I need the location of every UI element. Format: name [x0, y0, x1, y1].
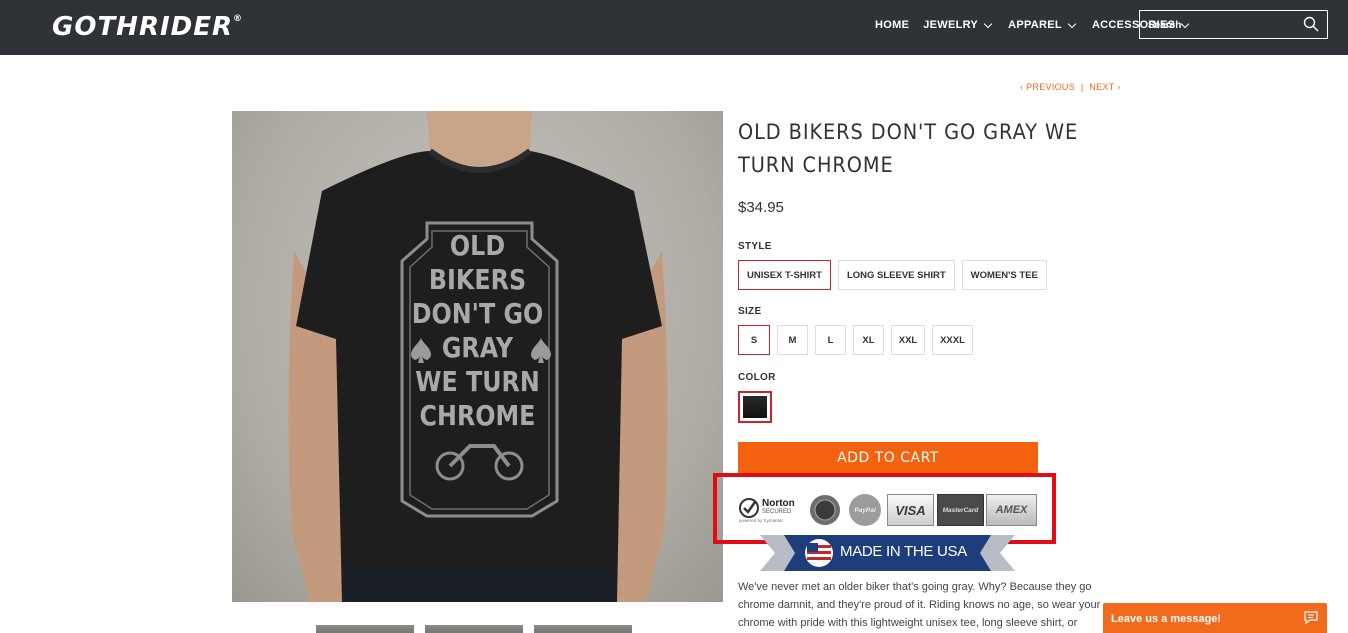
add-to-cart-button[interactable]: ADD TO CART	[738, 442, 1038, 473]
search-input[interactable]	[1146, 16, 1300, 34]
previous-label: PREVIOUS	[1026, 82, 1076, 92]
style-option-long-sleeve[interactable]: LONG SLEEVE SHIRT	[837, 260, 955, 290]
amex-label: AMEX	[995, 504, 1028, 516]
previous-link[interactable]: ‹ PREVIOUS	[1020, 82, 1075, 92]
site-logo[interactable]: GOTHRIDER®	[52, 12, 243, 42]
size-options: S M L XL XXL XXXL	[738, 325, 973, 355]
chat-label: Leave us a message!	[1111, 613, 1222, 625]
product-image[interactable]: OLD BIKERS DON'T GO GRAY WE TURN CHROME	[232, 111, 723, 602]
checkmark-icon	[739, 497, 759, 518]
shirt-print-text: OLD BIKERS DON'T GO GRAY WE TURN CHROME	[396, 229, 558, 433]
nav-home-label: HOME	[875, 19, 910, 31]
size-option-s[interactable]: S	[738, 325, 770, 355]
mastercard-label: MasterCard	[942, 506, 979, 514]
style-option-womens[interactable]: WOMEN'S TEE	[961, 260, 1047, 290]
next-link[interactable]: NEXT ›	[1089, 82, 1120, 92]
norton-powered: powered by Symantec	[739, 517, 784, 523]
style-label: STYLE	[738, 241, 772, 252]
size-option-xxxl[interactable]: XXXL	[932, 325, 973, 355]
size-option-m[interactable]: M	[777, 325, 808, 355]
shirt-line: DON'T GO	[411, 297, 544, 330]
chat-widget[interactable]: Leave us a message!	[1103, 603, 1327, 633]
shirt-line: OLD	[449, 229, 506, 262]
size-option-xxl[interactable]: XXL	[891, 325, 925, 355]
chat-bubble-icon	[1304, 611, 1318, 625]
shirt-line: BIKERS	[428, 263, 527, 296]
guarantee-seal-icon	[808, 494, 842, 526]
shirt-line: WE TURN	[415, 365, 540, 398]
visa-label: VISA	[895, 502, 926, 518]
paypal-badge: PayPal	[848, 494, 882, 526]
chevron-down-icon	[1067, 19, 1077, 28]
amex-badge: AMEX	[986, 494, 1037, 526]
color-swatch-black[interactable]	[738, 391, 772, 423]
color-label: COLOR	[738, 372, 776, 383]
swatch-image	[743, 396, 767, 418]
pager-separator: |	[1080, 82, 1084, 92]
logo-text: GOTHRIDER	[52, 12, 233, 42]
product-price: $34.95	[738, 199, 784, 216]
nav-apparel[interactable]: APPAREL	[1008, 19, 1078, 31]
mastercard-badge: MasterCard	[937, 494, 984, 526]
product-title: OLD BIKERS DON'T GO GRAY WE TURN CHROME	[738, 120, 1079, 177]
product-description: We've never met an older biker that's go…	[738, 581, 1101, 629]
thumbnail[interactable]	[534, 625, 632, 633]
paypal-label: PayPal	[854, 506, 876, 514]
style-option-unisex[interactable]: UNISEX T-SHIRT	[738, 260, 831, 290]
size-option-l[interactable]: L	[815, 325, 846, 355]
size-option-xl[interactable]: XL	[853, 325, 884, 355]
search-box	[1139, 10, 1328, 39]
norton-badge: Norton SECURED powered by Symantec	[739, 494, 805, 526]
thumbnail[interactable]	[316, 625, 414, 633]
thumbnail-strip	[316, 625, 632, 633]
product-pager: ‹ PREVIOUS | NEXT ›	[1020, 82, 1120, 92]
shirt-line: GRAY	[441, 331, 514, 364]
nav-apparel-label: APPAREL	[1008, 19, 1062, 31]
made-in-usa-text: MADE IN THE USA	[840, 543, 967, 560]
size-label: SIZE	[738, 306, 762, 317]
nav-jewelry[interactable]: JEWELRY	[923, 19, 994, 31]
shirt-line: CHROME	[419, 399, 536, 432]
thumbnail[interactable]	[425, 625, 523, 633]
visa-badge: VISA	[887, 494, 934, 526]
logo-registered: ®	[233, 14, 243, 25]
style-options: UNISEX T-SHIRT LONG SLEEVE SHIRT WOMEN'S…	[738, 260, 1047, 290]
made-in-usa-banner: MADE IN THE USA	[760, 533, 1015, 573]
site-header: GOTHRIDER® HOME JEWELRY APPAREL ACCESSOR…	[0, 0, 1348, 55]
next-label: NEXT	[1089, 82, 1115, 92]
search-icon[interactable]	[1303, 16, 1319, 32]
norton-sub: SECURED	[762, 508, 792, 515]
norton-label: Norton	[762, 497, 795, 509]
chevron-down-icon	[983, 19, 993, 28]
nav-home[interactable]: HOME	[875, 19, 909, 31]
nav-jewelry-label: JEWELRY	[923, 19, 979, 31]
